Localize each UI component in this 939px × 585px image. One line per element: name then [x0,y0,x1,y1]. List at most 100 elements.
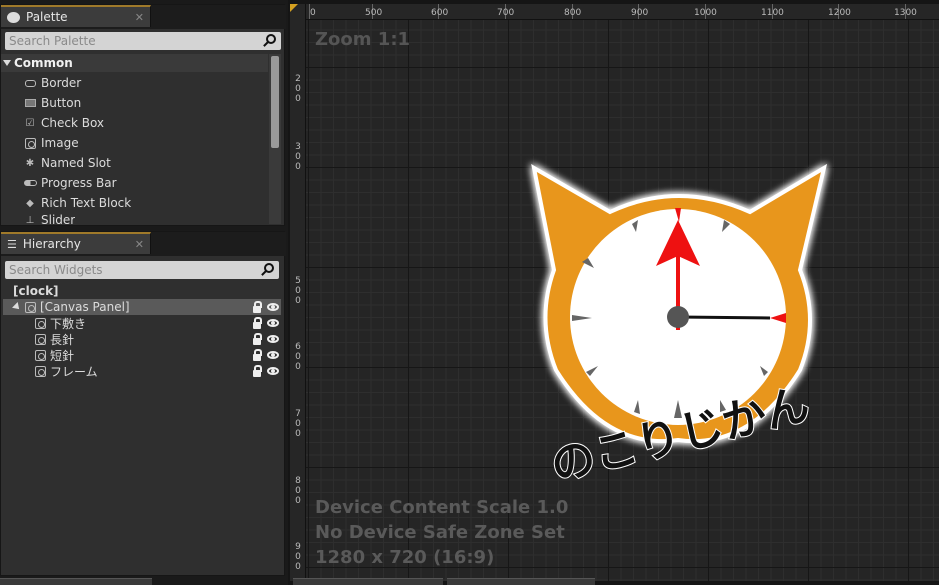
bottom-tab-designer[interactable] [293,578,443,585]
palette-search[interactable] [5,32,281,50]
palette-item-named-slot[interactable]: ✱ Named Slot [23,153,111,173]
palette-item-progress-bar[interactable]: Progress Bar [23,173,117,193]
palette-item-label: Slider [41,213,76,227]
eye-icon[interactable] [265,300,281,314]
search-icon[interactable] [261,263,275,277]
row-label: 下敷き [50,316,87,331]
ruler-label: 900 [631,8,649,18]
expand-triangle-icon[interactable] [12,302,22,312]
eye-icon[interactable] [265,348,281,362]
row-label: 長針 [50,332,75,347]
row-label: フレーム [50,364,98,379]
hierarchy-row-canvas-panel[interactable]: [Canvas Panel] [3,299,281,315]
eye-icon[interactable] [265,332,281,346]
ruler-label: 800 [564,8,582,18]
palette-item-check-box[interactable]: ☑ Check Box [23,113,105,133]
palette-item-label: Button [41,96,82,110]
ruler-label: 500 [365,8,383,18]
hierarchy-icon: ☰ [7,237,17,251]
palette-icon [7,11,20,23]
device-content-scale-label: Device Content Scale 1.0 [315,497,569,518]
tab-palette[interactable]: Palette ✕ [1,5,151,27]
lock-icon[interactable] [249,364,265,378]
eye-icon[interactable] [265,316,281,330]
hierarchy-root[interactable]: [clock] [13,283,213,299]
ruler-label: 1000 [694,8,717,18]
zoom-label: Zoom 1:1 [315,29,411,50]
ruler-label: 8 0 0 [295,476,301,506]
lock-icon[interactable] [249,348,265,362]
ruler-label: 6 0 0 [295,342,301,372]
ruler-corner [290,4,298,12]
row-label: 短針 [50,348,75,363]
palette-item-label: Image [41,136,79,150]
palette-item-button[interactable]: Button [23,93,81,113]
image-widget-icon [35,349,46,361]
category-common[interactable]: Common [1,54,268,72]
left-column: Palette ✕ Common Border Button ☑ Check B… [0,0,288,585]
lock-icon[interactable] [249,316,265,330]
expand-triangle-icon[interactable] [3,60,11,66]
root-label: [clock] [13,284,59,298]
tab-hierarchy-label: Hierarchy [22,237,81,251]
close-icon[interactable]: ✕ [135,11,144,24]
bottom-tab-second[interactable] [447,578,595,585]
palette-item-rich-text-block[interactable]: ◆ Rich Text Block [23,193,131,213]
palette-item-border[interactable]: Border [23,73,81,93]
search-widgets-input[interactable] [9,263,261,277]
ruler-label: 1100 [761,8,784,18]
hierarchy-search[interactable] [5,261,279,279]
palette-item-label: Named Slot [41,156,111,170]
palette-panel: Palette ✕ Common Border Button ☑ Check B… [0,4,286,227]
palette-scrollbar[interactable] [269,54,281,224]
hierarchy-row[interactable]: 短針 [3,347,281,363]
named-slot-icon: ✱ [25,157,35,169]
eye-icon[interactable] [265,364,281,378]
ruler-label: 1300 [894,8,917,18]
ruler-label: 700 [497,8,515,18]
palette-item-label: Progress Bar [41,176,117,190]
ruler-label: 9 0 0 [295,542,301,572]
resolution-label: 1280 x 720 (16:9) [315,547,495,568]
ruler-label: 0 [310,8,316,18]
image-widget-icon [35,317,46,329]
hierarchy-panel: ☰ Hierarchy ✕ [clock] [Canvas Panel] 下敷き [0,231,286,576]
palette-item-image[interactable]: Image [23,133,79,153]
image-widget-icon [35,333,46,345]
canvas-panel-icon [25,301,36,313]
border-icon [23,76,37,90]
ruler-label: 2 0 0 [295,74,301,104]
image-widget-icon [35,365,46,377]
ruler-top: 0 500 600 700 800 900 1000 1100 1200 130… [290,4,939,20]
button-icon [23,96,37,110]
hierarchy-row[interactable]: 長針 [3,331,281,347]
category-label: Common [14,56,73,70]
palette-item-label: Check Box [41,116,105,130]
tab-hierarchy[interactable]: ☰ Hierarchy ✕ [1,232,151,254]
palette-item-label: Rich Text Block [41,196,132,210]
checkbox-icon: ☑ [25,117,35,129]
clock-pivot [667,306,689,328]
image-icon [23,136,37,150]
clock-widget-image[interactable]: のこりじかん [520,150,840,480]
short-hand [677,315,771,320]
ruler-left: 2 0 0 3 0 0 5 0 0 6 0 0 7 0 0 8 0 0 9 0 … [290,4,306,581]
lock-icon[interactable] [249,332,265,346]
search-icon[interactable] [263,34,277,48]
ruler-label: 3 0 0 [295,142,301,172]
close-icon[interactable]: ✕ [135,238,144,251]
palette-item-slider[interactable]: ⊥ Slider [23,213,76,227]
progress-bar-icon [23,176,37,190]
lock-icon[interactable] [249,300,265,314]
safe-zone-label: No Device Safe Zone Set [315,522,565,543]
ruler-label: 600 [431,8,449,18]
ruler-label: 5 0 0 [295,276,301,306]
search-palette-input[interactable] [9,34,263,48]
rich-text-icon: ◆ [26,197,34,209]
bottom-tab-left[interactable] [0,578,152,585]
ruler-label: 1200 [828,8,851,18]
scrollbar-thumb[interactable] [271,56,279,148]
palette-item-label: Border [41,76,82,90]
hierarchy-row[interactable]: 下敷き [3,315,281,331]
hierarchy-row[interactable]: フレーム [3,363,281,379]
